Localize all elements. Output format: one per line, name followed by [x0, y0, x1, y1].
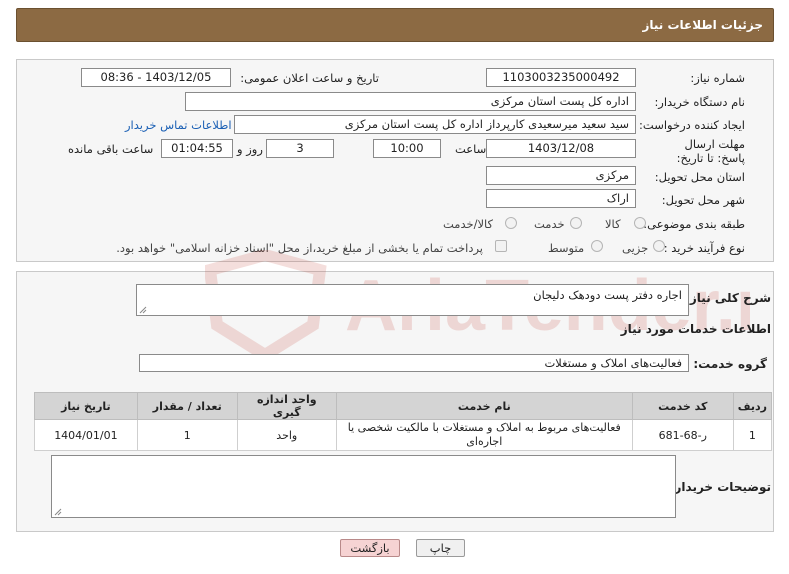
city-field: اراک: [486, 189, 636, 208]
col-header-quantity: تعداد / مقدار: [136, 392, 238, 420]
province-field: مرکزی: [486, 166, 636, 185]
cell-quantity: 1: [136, 419, 238, 451]
city-label: شهر محل تحویل:: [661, 193, 745, 207]
summary-label: شرح کلی نیاز:: [685, 291, 771, 305]
summary-textarea[interactable]: اجاره دفتر پست دودهک دلیجان: [136, 284, 689, 316]
days-label: روز و: [237, 142, 263, 156]
treasury-payment-checkbox[interactable]: [495, 240, 507, 252]
col-header-service-name: نام خدمت: [335, 392, 633, 420]
buyer-notes-label: توضیحات خریدار:: [669, 480, 771, 494]
print-button[interactable]: چاپ: [416, 539, 465, 557]
buyer-contact-link[interactable]: اطلاعات تماس خریدار: [125, 118, 232, 132]
col-header-service-code: کد خدمت: [631, 392, 734, 420]
service-group-field: فعالیت‌های املاک و مستغلات: [139, 354, 689, 372]
category-option-goods: کالا: [605, 217, 621, 231]
summary-text: اجاره دفتر پست دودهک دلیجان: [533, 288, 682, 302]
category-radio-goods-service[interactable]: [505, 217, 517, 229]
days-field: 3: [266, 139, 334, 158]
deadline-date-field: 1403/12/08: [486, 139, 636, 158]
resize-grip-icon[interactable]: [139, 306, 147, 314]
process-option-minor: جزیی: [622, 241, 649, 255]
need-number-label: شماره نیاز:: [690, 71, 745, 85]
process-radio-minor[interactable]: [653, 240, 665, 252]
requester-field: سید سعید میرسعیدی کارپرداز اداره کل پست …: [234, 115, 636, 134]
table-header-row: ردیف کد خدمت نام خدمت واحد اندازه گیری ت…: [34, 392, 773, 420]
category-radio-goods[interactable]: [634, 217, 646, 229]
need-info-panel: [16, 59, 774, 262]
service-group-label: گروه خدمت:: [693, 357, 767, 371]
category-option-service: خدمت: [534, 217, 565, 231]
category-label: طبقه بندی موضوعی:: [643, 217, 745, 231]
province-label: استان محل تحویل:: [654, 170, 745, 184]
time-label: ساعت: [455, 142, 487, 156]
col-header-unit: واحد اندازه گیری: [236, 392, 337, 420]
cell-service-name: فعالیت‌های مربوط به املاک و مستغلات با م…: [335, 419, 633, 451]
page-title: جزئیات اطلاعات نیاز: [642, 18, 763, 32]
page-header: جزئیات اطلاعات نیاز: [16, 8, 774, 42]
process-label: نوع فرآیند خرید :: [663, 241, 745, 255]
announce-label: تاریخ و ساعت اعلان عمومی:: [240, 71, 379, 85]
deadline-time-field: 10:00: [373, 139, 441, 158]
cell-row-number: 1: [732, 419, 773, 451]
deadline-label: مهلت ارسال پاسخ: تا تاریخ:: [676, 137, 745, 165]
cell-service-code: ر-68-681: [631, 419, 734, 451]
cell-need-date: 1404/01/01: [34, 419, 138, 451]
col-header-row-number: ردیف: [732, 392, 773, 420]
category-option-goods-service: کالا/خدمت: [443, 217, 494, 231]
services-section-title: اطلاعات خدمات مورد نیاز: [620, 322, 771, 336]
buyer-org-field: اداره کل پست استان مرکزی: [185, 92, 636, 111]
buyer-org-label: نام دستگاه خریدار:: [654, 95, 745, 109]
requester-label: ایجاد کننده درخواست:: [639, 118, 745, 132]
treasury-payment-note: پرداخت تمام یا بخشی از مبلغ خرید،از محل …: [116, 241, 483, 255]
resize-grip-icon[interactable]: [54, 508, 62, 516]
remaining-time-field: 01:04:55: [161, 139, 233, 158]
back-button[interactable]: بازگشت: [340, 539, 400, 557]
services-table: ردیف کد خدمت نام خدمت واحد اندازه گیری ت…: [34, 392, 773, 451]
need-number-field: 1103003235000492: [486, 68, 636, 87]
announce-field: 1403/12/05 - 08:36: [81, 68, 231, 87]
process-option-medium: متوسط: [548, 241, 585, 255]
table-row: 1 ر-68-681 فعالیت‌های مربوط به املاک و م…: [34, 419, 773, 451]
col-header-need-date: تاریخ نیاز: [34, 392, 138, 420]
cell-unit: واحد: [236, 419, 337, 451]
category-radio-service[interactable]: [570, 217, 582, 229]
process-radio-medium[interactable]: [591, 240, 603, 252]
buyer-notes-textarea[interactable]: [51, 455, 676, 518]
remaining-label: ساعت باقی مانده: [68, 142, 154, 156]
